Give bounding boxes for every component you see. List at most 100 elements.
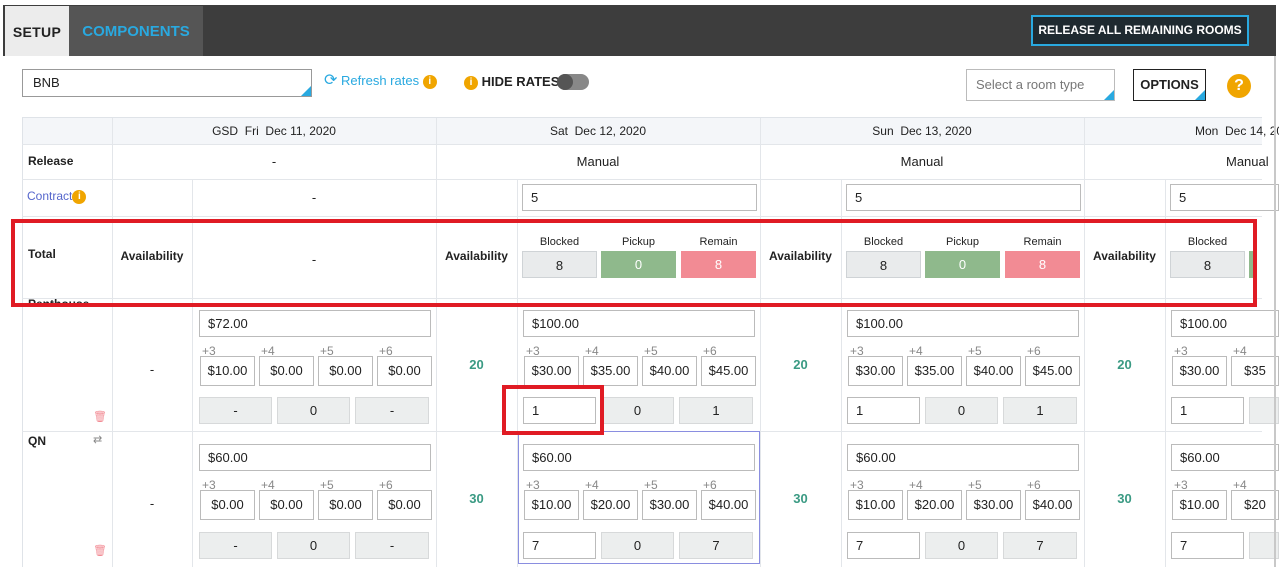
extra-rate-input[interactable]: $10.00 xyxy=(848,490,903,520)
remain-value: 1 xyxy=(1003,397,1077,424)
base-rate-input[interactable]: $100.00 xyxy=(1171,310,1279,337)
extra-rate-input[interactable]: $30.00 xyxy=(966,490,1021,520)
extra-rate-input[interactable]: $45.00 xyxy=(701,356,756,386)
extra-rate-input[interactable]: $0.00 xyxy=(318,356,373,386)
extra-rate-input[interactable]: $40.00 xyxy=(701,490,756,520)
refresh-icon: ⟳ xyxy=(324,72,338,89)
info-icon[interactable]: i xyxy=(72,189,87,204)
contract-input[interactable]: 5 xyxy=(846,184,1081,211)
room-type-placeholder: Select a room type xyxy=(976,77,1085,92)
extra-rate-input[interactable]: $0.00 xyxy=(377,356,432,386)
extra-rate-input[interactable]: $30.00 xyxy=(848,356,903,386)
base-rate-input[interactable]: $72.00 xyxy=(199,310,431,337)
pickup-value: 0 xyxy=(277,532,350,559)
extra-rate-input[interactable]: $20 xyxy=(1231,490,1279,520)
extra-rate-input[interactable]: $40.00 xyxy=(642,356,697,386)
contract-row-label: Contract xyxy=(27,189,73,203)
pickup-value: 0 xyxy=(601,397,674,424)
highlight-total-row xyxy=(11,219,1257,307)
base-rate-input[interactable]: $100.00 xyxy=(523,310,755,337)
pickup-value: 0 xyxy=(277,397,350,424)
extra-rate-input[interactable]: $35.00 xyxy=(583,356,638,386)
extra-rate-input[interactable]: $45.00 xyxy=(1025,356,1080,386)
extra-rate-input[interactable]: $30.00 xyxy=(642,490,697,520)
base-rate-input[interactable]: $60.00 xyxy=(847,444,1079,471)
help-icon[interactable]: ? xyxy=(1227,74,1251,98)
release-value: Manual xyxy=(900,154,944,169)
remain-value: - xyxy=(355,397,429,424)
refresh-rates-link[interactable]: ⟳ Refresh rates i xyxy=(324,72,437,90)
extra-rate-input[interactable]: $40.00 xyxy=(1025,490,1080,520)
extra-rate-input[interactable]: $20.00 xyxy=(583,490,638,520)
extra-rate-input[interactable]: $20.00 xyxy=(907,490,962,520)
hotel-select[interactable]: BNB xyxy=(22,69,312,97)
hide-rates-label: HIDE RATES xyxy=(481,74,560,89)
hide-rates-toggle[interactable] xyxy=(557,74,589,90)
dropdown-corner-icon xyxy=(1104,90,1114,100)
release-value: Manual xyxy=(1226,154,1269,169)
block-input[interactable]: 1 xyxy=(847,397,920,424)
base-rate-input[interactable]: $60.00 xyxy=(523,444,755,471)
info-icon[interactable]: i xyxy=(464,75,478,90)
extra-rate-input[interactable]: $30.00 xyxy=(1172,356,1227,386)
block-input[interactable]: 7 xyxy=(847,532,920,559)
contract-link[interactable]: Contract i xyxy=(27,189,87,204)
block-input[interactable]: 1 xyxy=(1171,397,1244,424)
date-header: GSD Fri Dec 11, 2020 xyxy=(212,124,336,138)
trash-icon[interactable]: 🗑 xyxy=(93,544,107,557)
extra-rate-input[interactable]: $0.00 xyxy=(318,490,373,520)
extra-rate-input[interactable]: $35.00 xyxy=(907,356,962,386)
base-rate-input[interactable]: $100.00 xyxy=(847,310,1079,337)
pickup-value: 0 xyxy=(601,532,674,559)
remain-value: 7 xyxy=(1003,532,1077,559)
block-value: - xyxy=(199,397,272,424)
extra-rate-input[interactable]: $40.00 xyxy=(966,356,1021,386)
hide-rates-control: i HIDE RATES xyxy=(464,74,559,90)
room-type-select[interactable]: Select a room type xyxy=(966,69,1115,101)
availability-value: 30 xyxy=(469,491,484,506)
availability-value: 20 xyxy=(469,357,484,372)
grid-line xyxy=(22,216,1262,217)
highlight-block-input xyxy=(502,385,604,435)
extra-rate-input[interactable]: $35 xyxy=(1231,356,1279,386)
trash-icon[interactable]: 🗑 xyxy=(93,410,107,423)
date-header: Sat Dec 12, 2020 xyxy=(549,124,647,138)
info-icon[interactable]: i xyxy=(422,74,437,89)
dropdown-corner-icon xyxy=(1195,90,1205,100)
availability-value: 30 xyxy=(1117,491,1132,506)
base-rate-input[interactable]: $60.00 xyxy=(1171,444,1279,471)
release-row-label: Release xyxy=(28,154,74,168)
extra-rate-input[interactable]: $10.00 xyxy=(524,490,579,520)
extra-rate-input[interactable]: $0.00 xyxy=(259,490,314,520)
block-input[interactable]: 7 xyxy=(1171,532,1244,559)
remain-value: 7 xyxy=(679,532,753,559)
remain-value: 1 xyxy=(679,397,753,424)
toggle-knob xyxy=(557,74,573,90)
availability-value: 20 xyxy=(1117,357,1132,372)
extra-rate-input[interactable]: $30.00 xyxy=(524,356,579,386)
extra-rate-input[interactable]: $0.00 xyxy=(200,490,255,520)
release-value: - xyxy=(271,154,277,169)
extra-rate-input[interactable]: $0.00 xyxy=(377,490,432,520)
tab-components[interactable]: COMPONENTS xyxy=(69,6,203,56)
hotel-select-value: BNB xyxy=(33,75,60,90)
extra-rate-input[interactable]: $10.00 xyxy=(200,356,255,386)
pickup-value: 0 xyxy=(925,532,998,559)
swap-icon[interactable]: ⇄ xyxy=(93,433,102,446)
grid-line xyxy=(22,144,1262,145)
remain-value: - xyxy=(355,532,429,559)
extra-rate-input[interactable]: $10.00 xyxy=(1172,490,1227,520)
availability-value: - xyxy=(149,496,155,511)
tab-setup[interactable]: SETUP xyxy=(5,6,69,56)
release-value: Manual xyxy=(576,154,620,169)
contract-input[interactable]: 5 xyxy=(522,184,757,211)
extra-rate-input[interactable]: $0.00 xyxy=(259,356,314,386)
scrollbar-track[interactable] xyxy=(1274,56,1276,567)
contract-input[interactable]: 5 xyxy=(1170,184,1279,211)
base-rate-input[interactable]: $60.00 xyxy=(199,444,431,471)
date-header: Mon Dec 14, 2020 xyxy=(1195,124,1279,138)
refresh-rates-label: Refresh rates xyxy=(341,73,420,88)
block-input[interactable]: 7 xyxy=(523,532,596,559)
release-all-rooms-button[interactable]: RELEASE ALL REMAINING ROOMS xyxy=(1031,15,1249,46)
pickup-value: 0 xyxy=(925,397,998,424)
